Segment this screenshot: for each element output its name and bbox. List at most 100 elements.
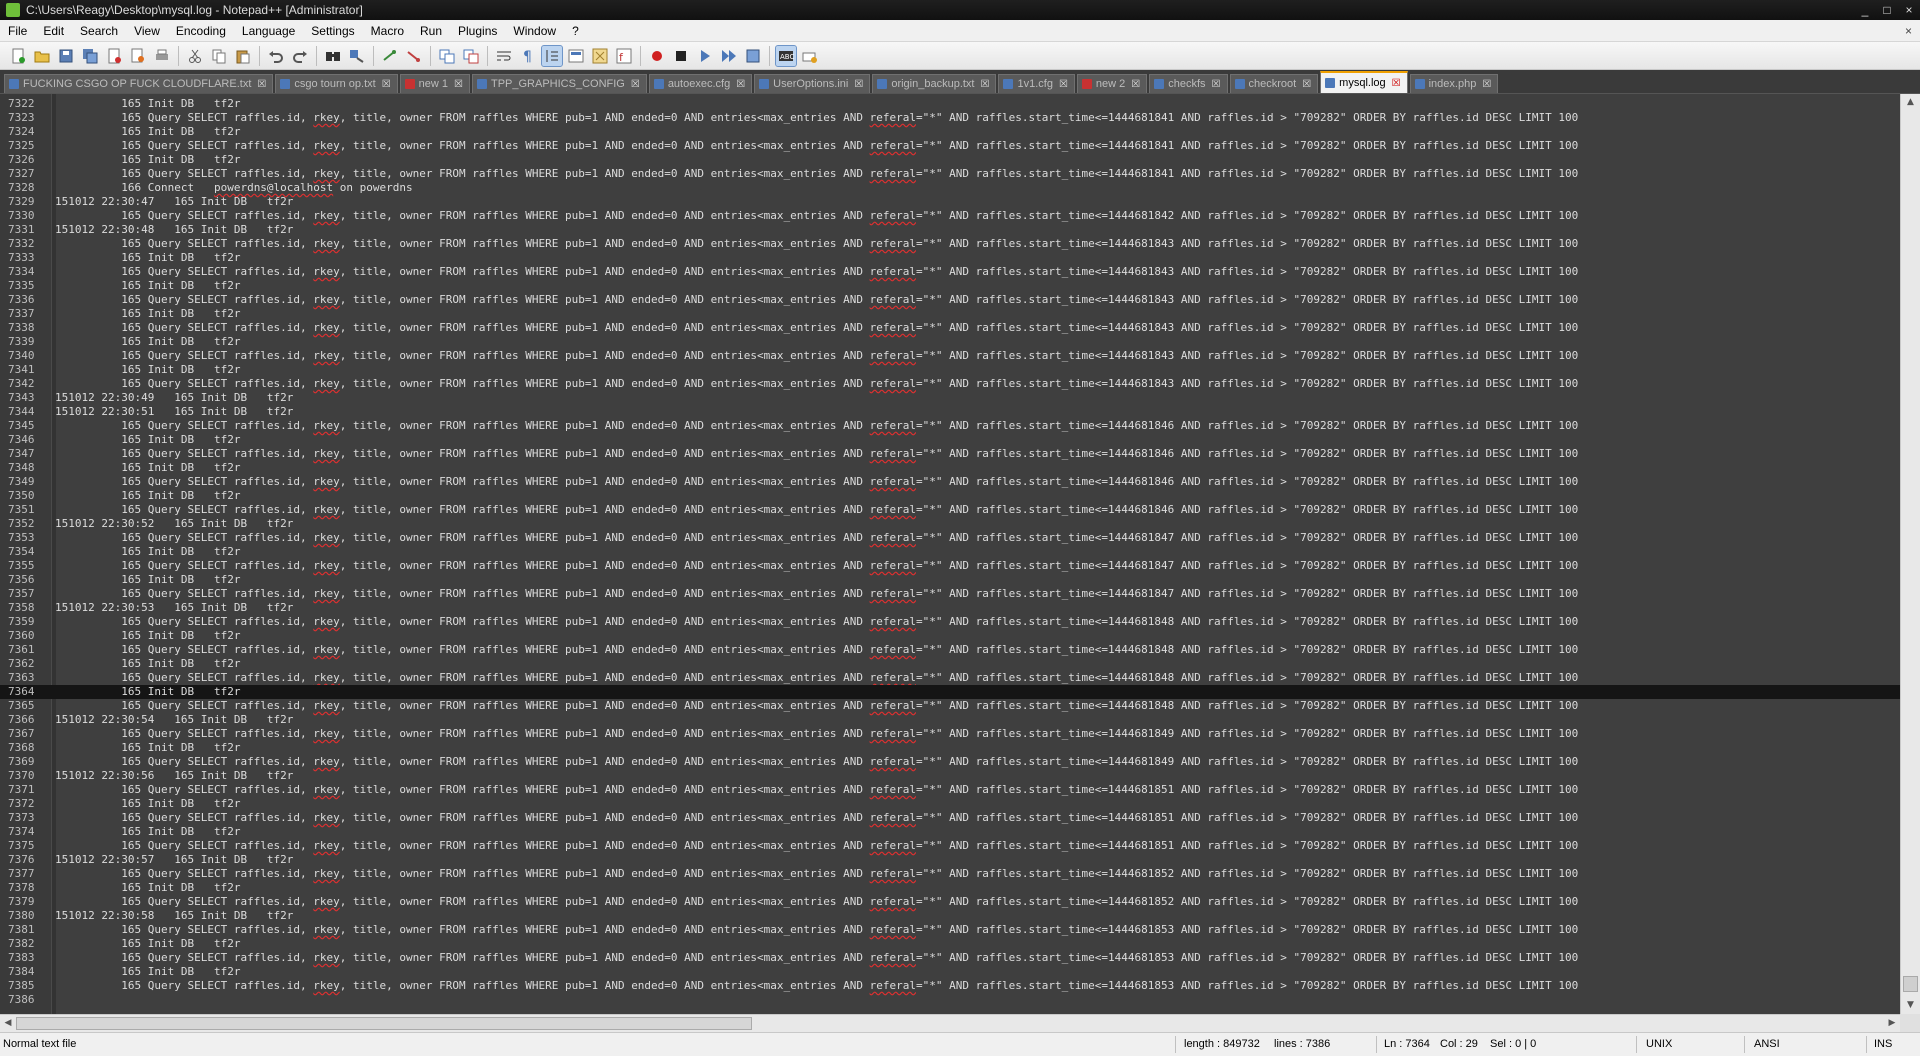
new-file-icon[interactable] (8, 46, 28, 66)
code-line[interactable]: 7336 165 Query SELECT raffles.id, rkey, … (0, 293, 1900, 307)
code-line[interactable]: 7325 165 Query SELECT raffles.id, rkey, … (0, 139, 1900, 153)
close-all-icon[interactable] (128, 46, 148, 66)
code-line[interactable]: 7342 165 Query SELECT raffles.id, rkey, … (0, 377, 1900, 391)
tab[interactable]: 1v1.cfg ☒ (998, 74, 1075, 93)
run-macro-multiple-icon[interactable] (719, 46, 739, 66)
spell-check-options-icon[interactable] (800, 46, 820, 66)
code-line[interactable]: 7340 165 Query SELECT raffles.id, rkey, … (0, 349, 1900, 363)
menu-window[interactable]: Window (505, 20, 564, 42)
code-line[interactable]: 7377 165 Query SELECT raffles.id, rkey, … (0, 867, 1900, 881)
scroll-up-arrow-icon[interactable]: ▲ (1901, 94, 1920, 110)
tab-close-icon[interactable]: ☒ (1302, 79, 1311, 90)
show-all-chars-icon[interactable]: ¶ (518, 46, 538, 66)
document-map-icon[interactable] (590, 46, 610, 66)
save-icon[interactable] (56, 46, 76, 66)
code-line[interactable]: 7382 165 Init DB tf2r (0, 937, 1900, 951)
tab-close-icon[interactable]: ☒ (736, 79, 745, 90)
code-line[interactable]: 7345 165 Query SELECT raffles.id, rkey, … (0, 419, 1900, 433)
close-window-button[interactable]: × (1898, 0, 1920, 20)
editor-area[interactable]: 7322 165 Init DB tf2r 7323 165 Query SELE… (0, 94, 1920, 1014)
menu-file[interactable]: File (0, 20, 35, 42)
code-line[interactable]: 7356 165 Init DB tf2r (0, 573, 1900, 587)
menu-edit[interactable]: Edit (35, 20, 72, 42)
code-line[interactable]: 7380 151012 22:30:58 165 Init DB tf2r (0, 909, 1900, 923)
tab-close-icon[interactable]: ☒ (257, 79, 266, 90)
tab[interactable]: new 1 ☒ (399, 74, 470, 93)
paste-icon[interactable] (233, 46, 253, 66)
menu-run[interactable]: Run (412, 20, 450, 42)
code-line[interactable]: 7329 151012 22:30:47 165 Init DB tf2r (0, 195, 1900, 209)
current-line[interactable]: 7364 165 Init DB tf2r (0, 685, 1900, 699)
find-icon[interactable] (323, 46, 343, 66)
code-line[interactable]: 7352 151012 22:30:52 165 Init DB tf2r (0, 517, 1900, 531)
code-line[interactable]: 7360 165 Init DB tf2r (0, 629, 1900, 643)
stop-macro-icon[interactable] (671, 46, 691, 66)
scroll-left-arrow-icon[interactable]: ◀ (0, 1015, 16, 1032)
code-line[interactable]: 7381 165 Query SELECT raffles.id, rkey, … (0, 923, 1900, 937)
code-line[interactable]: 7351 165 Query SELECT raffles.id, rkey, … (0, 503, 1900, 517)
code-line[interactable]: 7343 151012 22:30:49 165 Init DB tf2r (0, 391, 1900, 405)
menu-encoding[interactable]: Encoding (168, 20, 234, 42)
vertical-scrollbar[interactable]: ▲ ▼ (1900, 94, 1920, 1014)
code-line[interactable]: 7353 165 Query SELECT raffles.id, rkey, … (0, 531, 1900, 545)
code-line[interactable]: 7327 165 Query SELECT raffles.id, rkey, … (0, 167, 1900, 181)
code-line[interactable]: 7341 165 Init DB tf2r (0, 363, 1900, 377)
tab-close-icon[interactable]: ☒ (454, 79, 463, 90)
tab[interactable]: FUCKING CSGO OP FUCK CLOUDFLARE.txt ☒ (4, 74, 274, 93)
tab[interactable]: new 2 ☒ (1076, 74, 1148, 93)
spell-check-icon[interactable]: ABC (775, 44, 797, 67)
indent-guide-icon[interactable] (541, 44, 563, 67)
code-line[interactable]: 7334 165 Query SELECT raffles.id, rkey, … (0, 265, 1900, 279)
scroll-down-arrow-icon[interactable]: ▼ (1901, 997, 1920, 1013)
code-line[interactable]: 7385 165 Query SELECT raffles.id, rkey, … (0, 979, 1900, 993)
close-document-icon[interactable]: × (1905, 24, 1920, 38)
word-wrap-icon[interactable] (494, 46, 514, 66)
menu-macro[interactable]: Macro (363, 20, 412, 42)
play-macro-icon[interactable] (695, 46, 715, 66)
code-line[interactable]: 7375 165 Query SELECT raffles.id, rkey, … (0, 839, 1900, 853)
tab[interactable]: csgo tourn op.txt ☒ (275, 74, 398, 93)
status-insert-mode[interactable]: INS (1874, 1033, 1892, 1056)
code-line[interactable]: 7371 165 Query SELECT raffles.id, rkey, … (0, 783, 1900, 797)
horizontal-scroll-thumb[interactable] (16, 1017, 752, 1030)
user-defined-language-icon[interactable] (566, 46, 586, 66)
code-line[interactable]: 7338 165 Query SELECT raffles.id, rkey, … (0, 321, 1900, 335)
code-line[interactable]: 7373 165 Query SELECT raffles.id, rkey, … (0, 811, 1900, 825)
tab[interactable]: checkroot ☒ (1229, 74, 1319, 93)
tab[interactable]: index.php ☒ (1409, 74, 1499, 93)
tab-close-icon[interactable]: ☒ (1392, 78, 1401, 89)
undo-icon[interactable] (266, 46, 286, 66)
maximize-button[interactable]: □ (1876, 0, 1898, 20)
code-line[interactable]: 7335 165 Init DB tf2r (0, 279, 1900, 293)
open-file-icon[interactable] (32, 46, 52, 66)
status-encoding[interactable]: ANSI (1754, 1033, 1780, 1056)
menu-settings[interactable]: Settings (303, 20, 362, 42)
code-line[interactable]: 7332 165 Query SELECT raffles.id, rkey, … (0, 237, 1900, 251)
code-line[interactable]: 7363 165 Query SELECT raffles.id, rkey, … (0, 671, 1900, 685)
tab-close-icon[interactable]: ☒ (382, 79, 391, 90)
code-line[interactable]: 7348 165 Init DB tf2r (0, 461, 1900, 475)
code-line[interactable]: 7331 151012 22:30:48 165 Init DB tf2r (0, 223, 1900, 237)
status-eol-format[interactable]: UNIX (1646, 1033, 1672, 1056)
code-line[interactable]: 7379 165 Query SELECT raffles.id, rkey, … (0, 895, 1900, 909)
code-line[interactable]: 7347 165 Query SELECT raffles.id, rkey, … (0, 447, 1900, 461)
code-line[interactable]: 7346 165 Init DB tf2r (0, 433, 1900, 447)
code-line[interactable]: 7359 165 Query SELECT raffles.id, rkey, … (0, 615, 1900, 629)
horizontal-scrollbar[interactable]: ◀ ▶ (0, 1014, 1900, 1032)
record-macro-icon[interactable] (647, 46, 667, 66)
print-icon[interactable] (152, 46, 172, 66)
vertical-scroll-thumb[interactable] (1903, 976, 1918, 992)
zoom-in-icon[interactable] (380, 46, 400, 66)
code-line[interactable]: 7372 165 Init DB tf2r (0, 797, 1900, 811)
tab[interactable]: TPP_GRAPHICS_CONFIG ☒ (471, 74, 647, 93)
code-line[interactable]: 7328 166 Connect powerdns@localhost on p… (0, 181, 1900, 195)
zoom-out-icon[interactable] (404, 46, 424, 66)
code-line[interactable]: 7358 151012 22:30:53 165 Init DB tf2r (0, 601, 1900, 615)
code-line[interactable]: 7365 165 Query SELECT raffles.id, rkey, … (0, 699, 1900, 713)
tab[interactable]: autoexec.cfg ☒ (648, 74, 753, 93)
code-line[interactable]: 7370 151012 22:30:56 165 Init DB tf2r (0, 769, 1900, 783)
sync-vertical-icon[interactable] (437, 46, 457, 66)
save-all-icon[interactable] (80, 46, 100, 66)
tab-close-icon[interactable]: ☒ (854, 79, 863, 90)
code-line[interactable]: 7344 151012 22:30:51 165 Init DB tf2r (0, 405, 1900, 419)
